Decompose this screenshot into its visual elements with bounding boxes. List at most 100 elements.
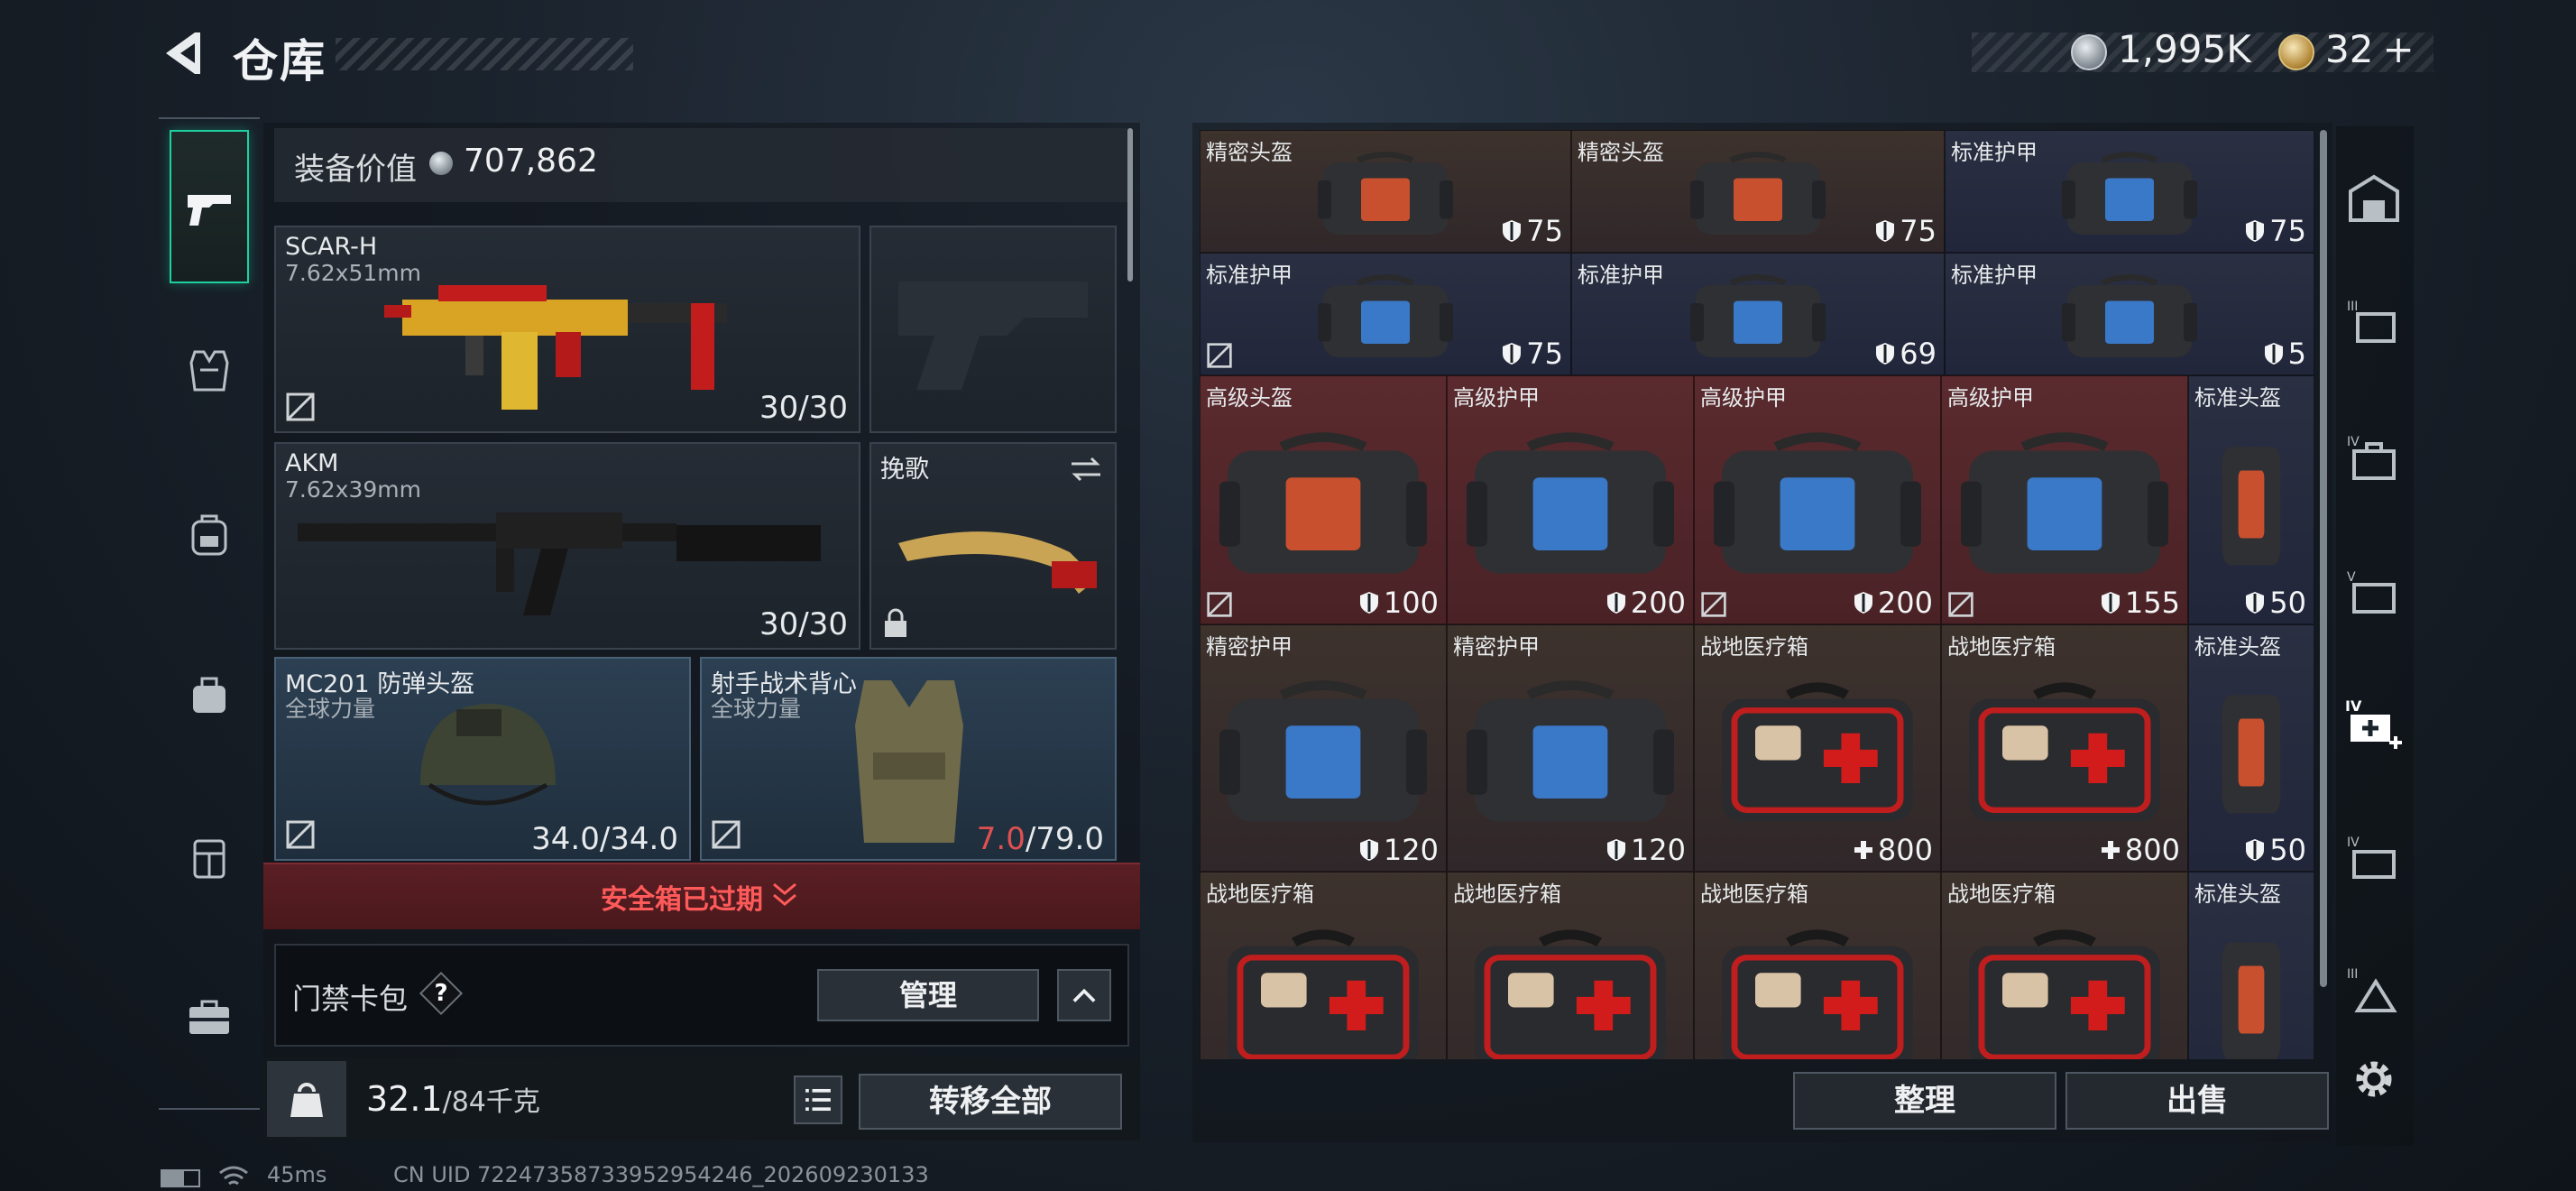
item-stat-value: 200 [1630,586,1686,620]
toolbox-icon[interactable] [186,996,233,1038]
uninsured-icon [286,820,315,849]
sort-button[interactable]: 整理 [1793,1072,2056,1130]
melee-name: 挽歌 [880,456,929,484]
first-aid-kit-icon [1722,929,1913,1059]
item-stat: 155 [2100,586,2180,620]
ammo-count: 30/30 [759,390,848,426]
body-armor-slot[interactable]: 射手战术背心 全球力量 7.0/79.0 [700,657,1117,861]
item-stat-value: 75 [1900,214,1937,248]
storage-tab-tier4-medical[interactable]: IV [2341,691,2406,756]
item-name: 精密护甲 [1206,634,1293,660]
secondary-weapon-slot[interactable]: AKM 7.62x39mm 30/30 [274,442,860,650]
helmet-case-slim-icon [2222,695,2281,814]
storage-tab-all[interactable] [2341,166,2406,231]
helmet-brand: 全球力量 [285,696,376,722]
collapse-up-button[interactable] [1057,969,1111,1021]
title-decoration [336,38,633,70]
storage-item[interactable]: 高级护甲 200 [1694,375,1941,624]
uninsured-icon [1207,592,1232,617]
svg-text:V: V [2347,570,2356,585]
settings-gear-button[interactable] [2341,1047,2406,1112]
storage-item[interactable]: 高级护甲 155 [1941,375,2188,624]
storage-item[interactable]: 战地医疗箱 [1941,872,2188,1059]
swap-icon[interactable] [1068,455,1104,484]
help-icon-glyph: ? [434,980,448,1007]
item-stat-value: 50 [2269,833,2306,867]
first-aid-kit-icon [1475,929,1666,1059]
chevron-down-icon[interactable] [768,877,801,909]
primary-weapon-slot[interactable]: SCAR-H 7.62x51mm 30/30 [274,226,860,433]
uninsured-icon [286,392,315,421]
storage-item[interactable]: 战地医疗箱 800 [1941,624,2188,872]
storage-tab-tier4-misc[interactable]: IV [2341,825,2406,890]
helmet-durability: 34.0/34.0 [531,821,678,857]
pistol-icon[interactable] [186,189,233,229]
storage-item[interactable]: 战地医疗箱 800 [1694,624,1941,872]
shield-icon [2264,343,2283,365]
pistol-slot-empty[interactable] [869,226,1117,433]
kukri-knife-icon [898,531,1097,594]
storage-item[interactable]: 标准护甲 69 [1571,253,1945,375]
item-stat-value: 800 [2124,833,2180,867]
warehouse-icon [2349,174,2399,222]
svg-text:III: III [2347,967,2358,982]
armor-case-icon [1690,273,1826,357]
storage-item[interactable]: 标准头盔 [2188,872,2314,1059]
storage-item[interactable]: 精密头盔 75 [1571,130,1945,253]
storage-item[interactable]: 标准护甲 75 [1200,253,1571,375]
page-title: 仓库 [233,35,327,88]
kettlebell-icon [290,1083,323,1117]
armor-vest-icon[interactable] [188,348,231,393]
storage-tab-tier4-case[interactable]: IV [2341,424,2406,489]
storage-item[interactable]: 精密护甲 120 [1200,624,1447,872]
safebox-expired-text: 安全箱已过期 [601,884,763,916]
list-view-button[interactable] [794,1076,842,1124]
storage-item[interactable]: 标准护甲 75 [1945,130,2314,253]
loadout-scrollbar[interactable] [1127,128,1133,282]
sell-button[interactable]: 出售 [2065,1072,2329,1130]
svg-text:IV: IV [2345,697,2362,715]
storage-item[interactable]: 标准头盔 50 [2188,375,2314,624]
chest-rig-icon[interactable] [188,834,231,881]
scar-h-rifle-icon [384,285,727,410]
item-stat: 800 [2100,833,2180,867]
battery-icon [161,1169,200,1187]
item-name: 标准护甲 [1206,263,1293,288]
storage-item[interactable]: 战地医疗箱 [1200,872,1447,1059]
tier4-case-icon: IV [2347,435,2396,480]
item-name: 战地医疗箱 [1700,882,1808,907]
storage-item[interactable]: 高级头盔 100 [1200,375,1447,624]
armor-case-icon [2062,151,2197,235]
storage-grid: 精密头盔 75 精密头盔 75 标准护甲 75 标准护甲 75 标准护甲 69 标准护甲 5 高级头盔 1… [1200,130,2314,1059]
manage-button[interactable]: 管理 [817,969,1039,1021]
storage-item[interactable]: 标准头盔 50 [2188,624,2314,872]
storage-scrollbar[interactable] [2320,130,2327,987]
helmet-case-icon [1219,432,1427,574]
item-stat: 75 [2244,214,2306,248]
storage-item[interactable]: 高级护甲 200 [1447,375,1694,624]
storage-tab-tier5-case[interactable]: V [2341,559,2406,624]
storage-tab-tier3-armor[interactable]: III [2341,289,2406,354]
shield-icon [1876,220,1895,242]
svg-text:IV: IV [2347,836,2360,850]
akm-rifle-icon [298,512,821,615]
storage-item[interactable]: 战地医疗箱 [1694,872,1941,1059]
back-arrow-icon[interactable] [155,27,207,79]
storage-item[interactable]: 精密头盔 75 [1200,130,1571,253]
shield-icon [2101,592,2120,614]
uninsured-icon [1207,343,1232,368]
storage-tab-tier3-misc[interactable]: III [2341,956,2406,1021]
storage-item[interactable]: 标准护甲 5 [1945,253,2314,375]
storage-item[interactable]: 战地医疗箱 [1447,872,1694,1059]
storage-item[interactable]: 精密护甲 120 [1447,624,1694,872]
item-stat-value: 155 [2124,586,2180,620]
transfer-all-button[interactable]: 转移全部 [859,1074,1122,1130]
helmet-slot[interactable]: MC201 防弹头盔 全球力量 34.0/34.0 [274,657,691,861]
backpack-icon[interactable] [188,511,231,558]
item-stat-value: 75 [2269,214,2306,248]
premium-balance[interactable]: 32 + [2325,27,2415,71]
first-aid-kit-icon [1228,929,1419,1059]
pouch-icon[interactable] [188,671,231,718]
item-stat: 100 [1358,586,1439,620]
melee-slot[interactable]: 挽歌 [869,442,1117,650]
